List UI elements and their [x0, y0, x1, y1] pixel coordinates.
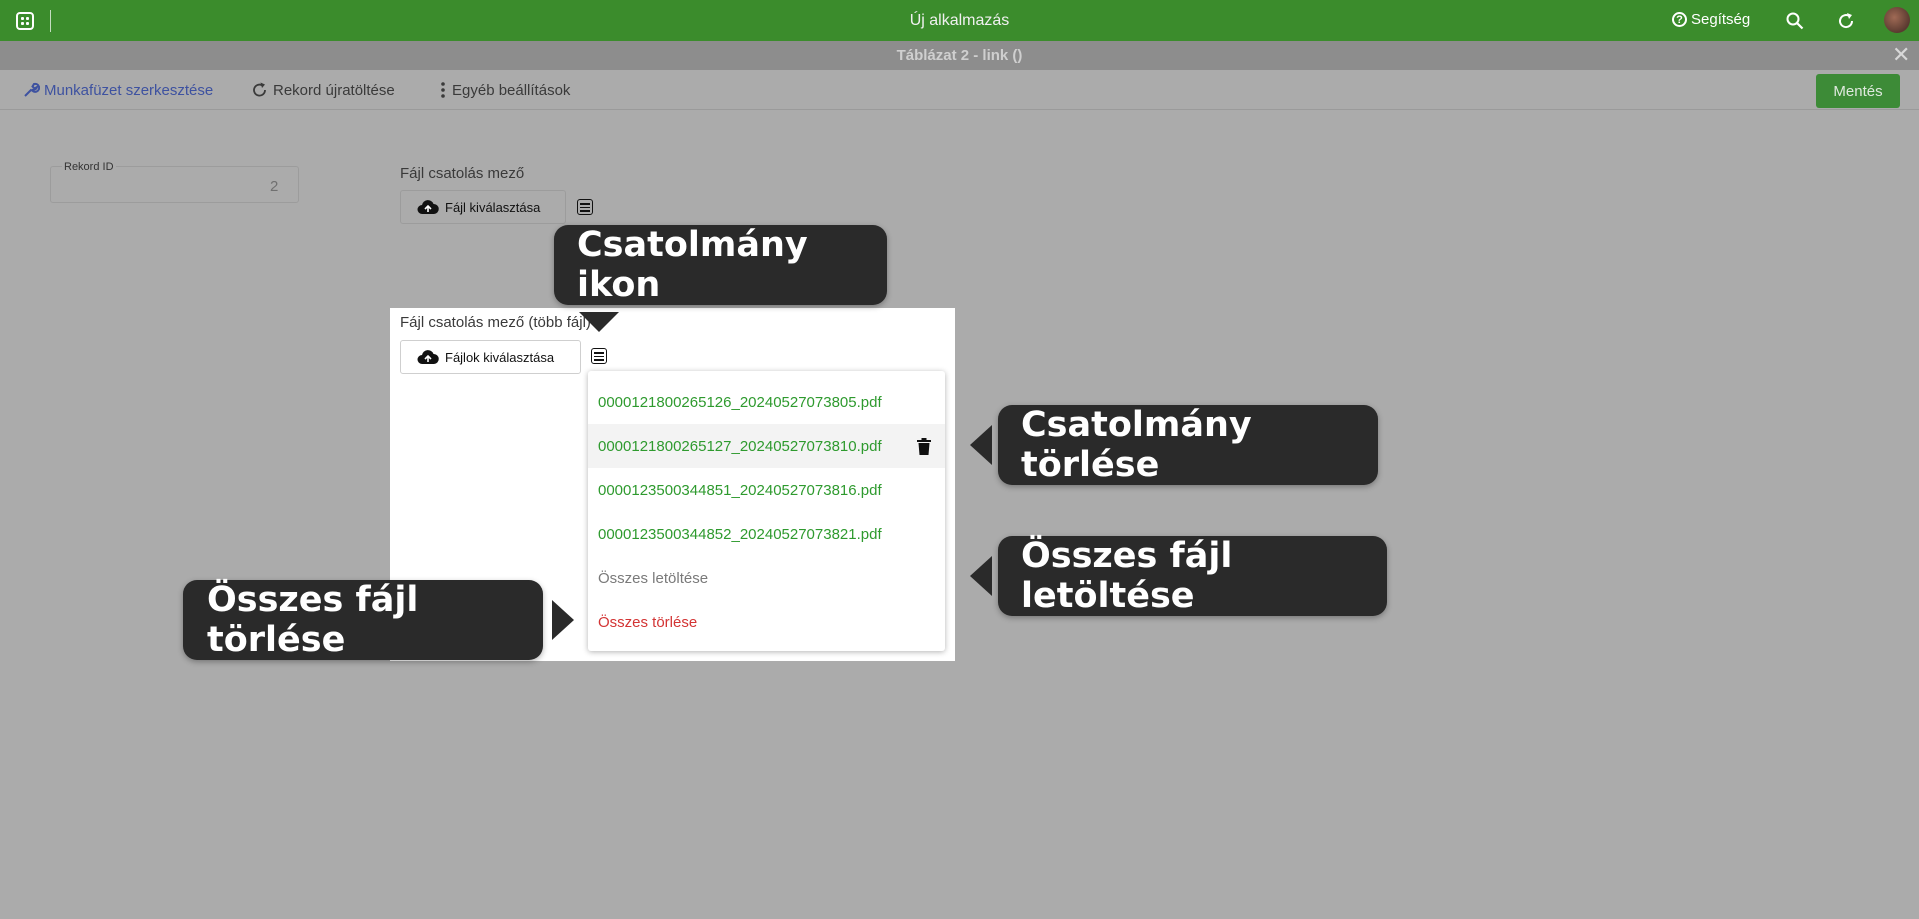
edit-workbook-label: Munkafüzet szerkesztése	[44, 81, 214, 99]
window-title: Táblázat 2 - link ()	[896, 47, 1023, 64]
attachment-item-label: 0000121800265127_20240527073810.pdf	[598, 437, 882, 455]
cloud-upload-icon	[417, 200, 439, 214]
attachment-item[interactable]: 0000121800265127_20240527073810.pdf	[588, 424, 945, 468]
search-icon[interactable]	[1786, 12, 1804, 30]
multi-file-field-label: Fájl csatolás mező (több fájl)	[400, 314, 591, 331]
trash-icon[interactable]	[917, 438, 931, 455]
app-header: Új alkalmazás ? Segítség	[0, 0, 1919, 41]
more-vertical-icon	[441, 82, 445, 98]
tooltip-attachment-delete: Csatolmány törlése	[998, 405, 1378, 485]
help-icon: ?	[1672, 12, 1687, 27]
record-toolbar: Munkafüzet szerkesztése Rekord újratölté…	[0, 70, 1919, 110]
app-title: Új alkalmazás	[909, 12, 1010, 29]
choose-file-button[interactable]: Fájl kiválasztása	[400, 190, 566, 224]
help-label: Segítség	[1691, 11, 1751, 28]
save-button[interactable]: Mentés	[1816, 74, 1900, 108]
tooltip-pointer	[552, 600, 574, 640]
attachment-item[interactable]: 0000123500344851_20240527073816.pdf	[588, 468, 945, 512]
help-link[interactable]: ? Segítség	[1672, 11, 1750, 28]
tooltip-pointer	[579, 312, 619, 332]
record-id-label: Rekord ID	[62, 161, 116, 173]
attachment-dropdown: 0000121800265126_20240527073805.pdf 0000…	[588, 371, 945, 651]
attachment-list-icon[interactable]	[591, 348, 607, 364]
tooltip-attachment-icon: Csatolmány ikon	[554, 225, 887, 305]
window-titlebar: Táblázat 2 - link () ✕	[0, 41, 1919, 70]
reload-record-label: Rekord újratöltése	[273, 81, 395, 99]
reload-icon	[253, 82, 266, 97]
delete-all-item[interactable]: Összes törlése	[588, 600, 945, 644]
attachment-list-icon[interactable]	[577, 199, 593, 215]
edit-workbook-button[interactable]: Munkafüzet szerkesztése	[22, 81, 213, 99]
reload-record-button[interactable]: Rekord újratöltése	[251, 81, 395, 99]
more-settings-button[interactable]: Egyéb beállítások	[438, 81, 570, 99]
tooltip-delete-all: Összes fájl törlése	[183, 580, 543, 660]
choose-files-label: Fájlok kiválasztása	[445, 349, 555, 365]
file-field-label: Fájl csatolás mező	[400, 165, 525, 182]
refresh-icon[interactable]	[1836, 11, 1856, 31]
close-icon[interactable]: ✕	[1892, 42, 1910, 68]
more-settings-label: Egyéb beállítások	[452, 81, 571, 99]
choose-file-label: Fájl kiválasztása	[445, 199, 541, 215]
tooltip-pointer	[970, 425, 992, 465]
cloud-upload-icon	[417, 350, 439, 364]
avatar[interactable]	[1884, 7, 1910, 33]
attachment-item[interactable]: 0000123500344852_20240527073821.pdf	[588, 512, 945, 556]
tooltip-pointer	[970, 556, 992, 596]
tooltip-download-all: Összes fájl letöltése	[998, 536, 1387, 616]
record-id-value: 2	[270, 178, 279, 195]
attachment-item[interactable]: 0000121800265126_20240527073805.pdf	[588, 380, 945, 424]
download-all-item[interactable]: Összes letöltése	[588, 556, 945, 600]
choose-files-button[interactable]: Fájlok kiválasztása	[400, 340, 581, 374]
wrench-icon	[24, 82, 40, 97]
